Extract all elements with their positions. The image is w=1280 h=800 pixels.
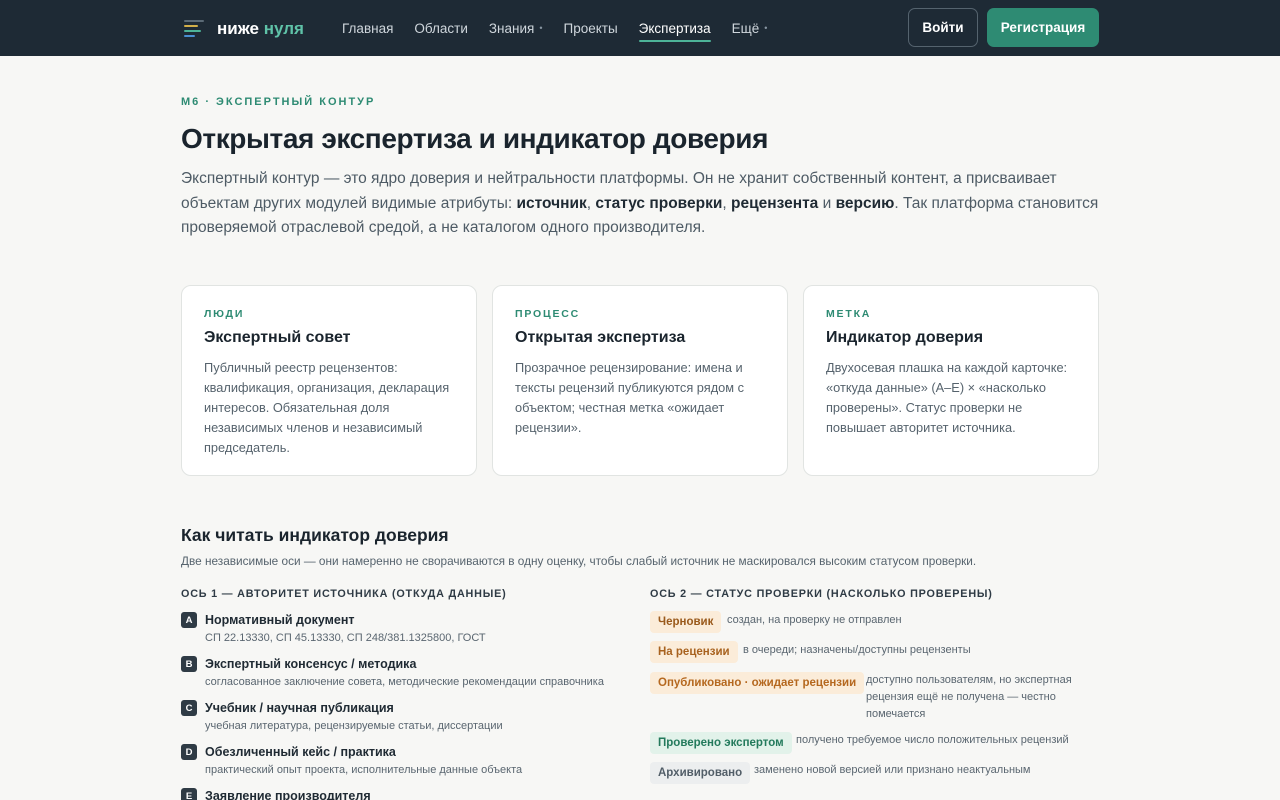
register-button[interactable]: Регистрация xyxy=(987,8,1099,47)
axis2-heading: ОСЬ 2 — СТАТУС ПРОВЕРКИ (НАСКОЛЬКО ПРОВЕ… xyxy=(650,588,993,600)
source-letter-badge: B xyxy=(181,656,197,672)
page-title: Открытая экспертиза и индикатор доверия xyxy=(181,123,769,154)
card-eyebrow: МЕТКА xyxy=(826,308,872,320)
card-title: Индикатор доверия xyxy=(826,329,984,346)
card-trust-indicator: МЕТКА Индикатор доверия Двухосевая плашк… xyxy=(803,285,1099,476)
source-title: Учебник / научная публикация xyxy=(205,701,394,715)
status-desc: заменено новой версией или признано неак… xyxy=(754,764,1031,776)
source-desc: учебная литература, рецензируемые статьи… xyxy=(205,720,503,732)
card-title: Экспертный совет xyxy=(204,329,351,346)
source-letter-badge: D xyxy=(181,744,197,760)
nav-item-projects[interactable]: Проекты xyxy=(563,18,617,38)
card-expert-council: ЛЮДИ Экспертный совет Публичный реестр р… xyxy=(181,285,477,476)
indicator-subtitle: Две независимые оси — они намеренно не с… xyxy=(181,554,977,568)
card-eyebrow: ПРОЦЕСС xyxy=(515,308,581,320)
source-letter-badge: A xyxy=(181,612,197,628)
source-desc: практический опыт проекта, исполнительны… xyxy=(205,764,523,776)
source-title: Обезличенный кейс / практика xyxy=(205,745,396,759)
card-open-expertise: ПРОЦЕСС Открытая экспертиза Прозрачное р… xyxy=(492,285,788,476)
chevron-down-icon: • xyxy=(539,23,543,33)
axis1-heading: ОСЬ 1 — АВТОРИТЕТ ИСТОЧНИКА (ОТКУДА ДАНН… xyxy=(181,588,507,600)
logo-text: ниже нуля xyxy=(217,19,304,38)
status-desc: доступно пользователям, но экспертная ре… xyxy=(866,674,1072,720)
status-badge-in-review: На рецензии xyxy=(650,641,738,663)
section-eyebrow: М6 · ЭКСПЕРТНЫЙ КОНТУР xyxy=(181,96,376,108)
card-text: Публичный реестр рецензентов: квалификац… xyxy=(204,360,450,455)
source-desc: СП 22.13330, СП 45.13330, СП 248/381.132… xyxy=(205,632,486,644)
source-letter-badge: E xyxy=(181,788,197,800)
lead-paragraph: Экспертный контур — это ядро доверия и н… xyxy=(181,170,1099,236)
status-desc: получено требуемое число положительных р… xyxy=(796,734,1069,746)
status-desc: создан, на проверку не отправлен xyxy=(727,614,902,626)
indicator-title: Как читать индикатор доверия xyxy=(181,525,449,545)
source-title: Экспертный консенсус / методика xyxy=(205,657,417,671)
source-title: Заявление производителя xyxy=(205,789,371,800)
nav-item-expertise[interactable]: Экспертиза xyxy=(638,18,711,42)
card-eyebrow: ЛЮДИ xyxy=(204,308,245,320)
nav-item-knowledge[interactable]: Знания • xyxy=(489,18,543,38)
top-navbar: ниже нуля Главная Области Знания • Проект… xyxy=(0,0,1280,56)
nav-item-areas[interactable]: Области xyxy=(414,18,468,38)
status-desc: в очереди; назначены/доступны рецензенты xyxy=(743,644,971,656)
nav-item-home[interactable]: Главная xyxy=(342,18,393,38)
source-letter-badge: C xyxy=(181,700,197,716)
card-text: Прозрачное рецензирование: имена и текст… xyxy=(515,360,745,435)
card-title: Открытая экспертиза xyxy=(515,329,686,346)
source-desc: согласованное заключение совета, методич… xyxy=(205,676,604,688)
nav-item-more[interactable]: Ещё • xyxy=(732,18,768,38)
status-badge-archived: Архивировано xyxy=(650,762,751,784)
status-badge-verified: Проверено экспертом xyxy=(650,732,792,754)
status-badge-published-pending: Опубликовано · ожидает рецензии xyxy=(650,672,865,694)
chevron-down-icon: • xyxy=(764,23,768,33)
logo-mark-icon xyxy=(182,17,206,41)
logo[interactable]: ниже нуля xyxy=(182,16,304,42)
login-button[interactable]: Войти xyxy=(908,8,978,47)
main-nav: Главная Области Знания • Проекты Эксперти… xyxy=(342,0,788,56)
source-title: Нормативный документ xyxy=(205,613,355,627)
status-badge-draft: Черновик xyxy=(650,611,722,633)
card-text: Двухосевая плашка на каждой карточке: «о… xyxy=(826,360,1068,435)
